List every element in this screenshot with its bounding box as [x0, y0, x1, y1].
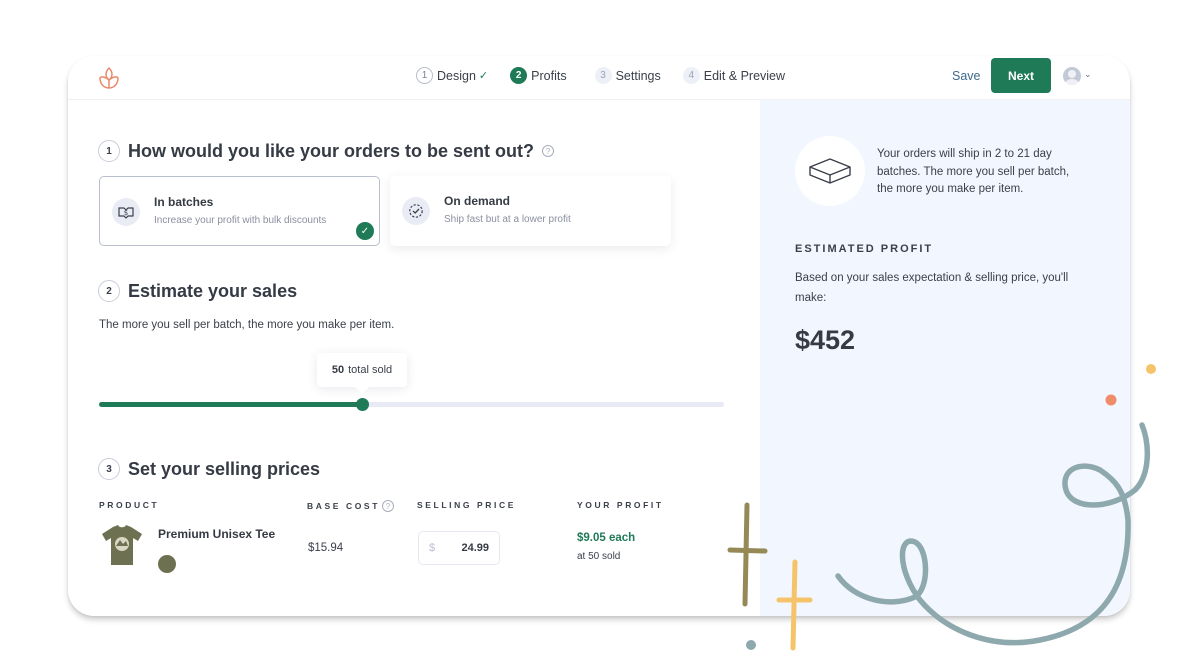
profits-card: 1 Design ✓ 2 Profits 3 Settings 4 Edit &…: [68, 56, 1130, 616]
selling-price-input[interactable]: $ 24.99: [418, 531, 500, 565]
avatar[interactable]: [1063, 67, 1081, 85]
step-number: 2: [510, 67, 528, 84]
option-title: On demand: [444, 194, 511, 208]
currency-symbol: $: [429, 542, 436, 554]
tshirt-thumbnail[interactable]: [99, 524, 145, 566]
check-icon: ✓: [478, 70, 489, 82]
doodle-dot-teal: [746, 640, 756, 650]
option-in-batches[interactable]: $ In batches Increase your profit with b…: [99, 176, 380, 246]
option-title: In batches: [154, 195, 214, 209]
column-header-label: BASE COST: [307, 501, 380, 511]
avatar-body: [1065, 79, 1079, 85]
section-heading: Set your selling prices: [128, 458, 321, 479]
help-icon[interactable]: ?: [382, 500, 394, 512]
section-number: 3: [98, 458, 120, 480]
svg-text:$: $: [124, 209, 128, 217]
option-subtitle: Increase your profit with bulk discounts: [154, 215, 327, 226]
next-button[interactable]: Next: [991, 58, 1051, 93]
box-icon: [795, 136, 865, 206]
step-label: Edit & Preview: [703, 68, 786, 83]
section-heading: Estimate your sales: [128, 280, 298, 301]
step-label: Settings: [615, 68, 661, 83]
money-bill-icon: $: [112, 198, 140, 226]
estimated-profit-label: ESTIMATED PROFIT: [795, 243, 934, 255]
section-sales-title: 2 Estimate your sales: [98, 280, 297, 302]
column-header-base-cost: BASE COST ?: [307, 500, 394, 512]
help-icon[interactable]: ?: [542, 145, 555, 157]
slider-suffix: total sold: [348, 364, 393, 376]
step-number: 3: [594, 67, 612, 84]
profit-each: $9.05 each: [577, 532, 636, 544]
slider-thumb[interactable]: [355, 398, 369, 411]
column-header-selling-price: SELLING PRICE: [417, 500, 516, 510]
option-subtitle: Ship fast but at a lower profit: [444, 214, 571, 225]
column-header-your-profit: YOUR PROFIT: [577, 500, 664, 510]
profit-summary-panel: Your orders will ship in 2 to 21 day bat…: [760, 100, 1130, 616]
slider-tooltip: 50 total sold: [317, 353, 407, 387]
doodle-dot-yellow: [1146, 364, 1156, 374]
column-header-product: PRODUCT: [99, 500, 160, 510]
sales-description: The more you sell per batch, the more yo…: [99, 319, 395, 331]
estimated-profit-value: $452: [795, 325, 856, 355]
option-on-demand[interactable]: On demand Ship fast but at a lower profi…: [390, 176, 671, 246]
slider-fill: [99, 402, 362, 407]
step-number: 4: [682, 67, 700, 84]
chevron-down-icon[interactable]: ⌄: [1084, 69, 1092, 80]
step-settings[interactable]: 3 Settings: [594, 67, 661, 84]
sales-slider[interactable]: [99, 398, 724, 411]
section-prices-title: 3 Set your selling prices: [98, 458, 320, 480]
check-icon: ✓: [356, 222, 374, 240]
section-heading: How would you like your orders to be sen…: [128, 140, 535, 161]
clock-check-icon: [402, 197, 430, 225]
main-content: 1 How would you like your orders to be s…: [98, 100, 738, 616]
section-number: 2: [98, 280, 120, 302]
logo-icon[interactable]: [96, 65, 122, 91]
base-cost: $15.94: [308, 542, 344, 554]
avatar-head: [1068, 70, 1076, 78]
section-shipping-title: 1 How would you like your orders to be s…: [98, 140, 555, 162]
step-design[interactable]: 1 Design ✓: [416, 67, 488, 84]
product-name: Premium Unisex Tee: [158, 527, 276, 541]
slider-value: 50: [331, 364, 345, 376]
save-button[interactable]: Save: [952, 69, 981, 83]
profit-at: at 50 sold: [577, 551, 621, 562]
step-profits[interactable]: 2 Profits: [510, 67, 567, 84]
shipping-info: Your orders will ship in 2 to 21 day bat…: [877, 148, 1070, 195]
section-number: 1: [98, 140, 120, 162]
estimated-profit-description: Based on your sales expectation & sellin…: [795, 272, 1069, 304]
top-bar: 1 Design ✓ 2 Profits 3 Settings 4 Edit &…: [68, 56, 1130, 100]
step-number: 1: [416, 67, 433, 84]
step-label: Design: [437, 68, 476, 83]
selling-price-value[interactable]: 24.99: [461, 542, 489, 554]
color-swatch[interactable]: [158, 555, 176, 573]
stepper: 1 Design ✓ 2 Profits 3 Settings 4 Edit &…: [416, 67, 807, 84]
step-label: Profits: [531, 68, 567, 83]
step-edit-preview[interactable]: 4 Edit & Preview: [682, 67, 786, 84]
